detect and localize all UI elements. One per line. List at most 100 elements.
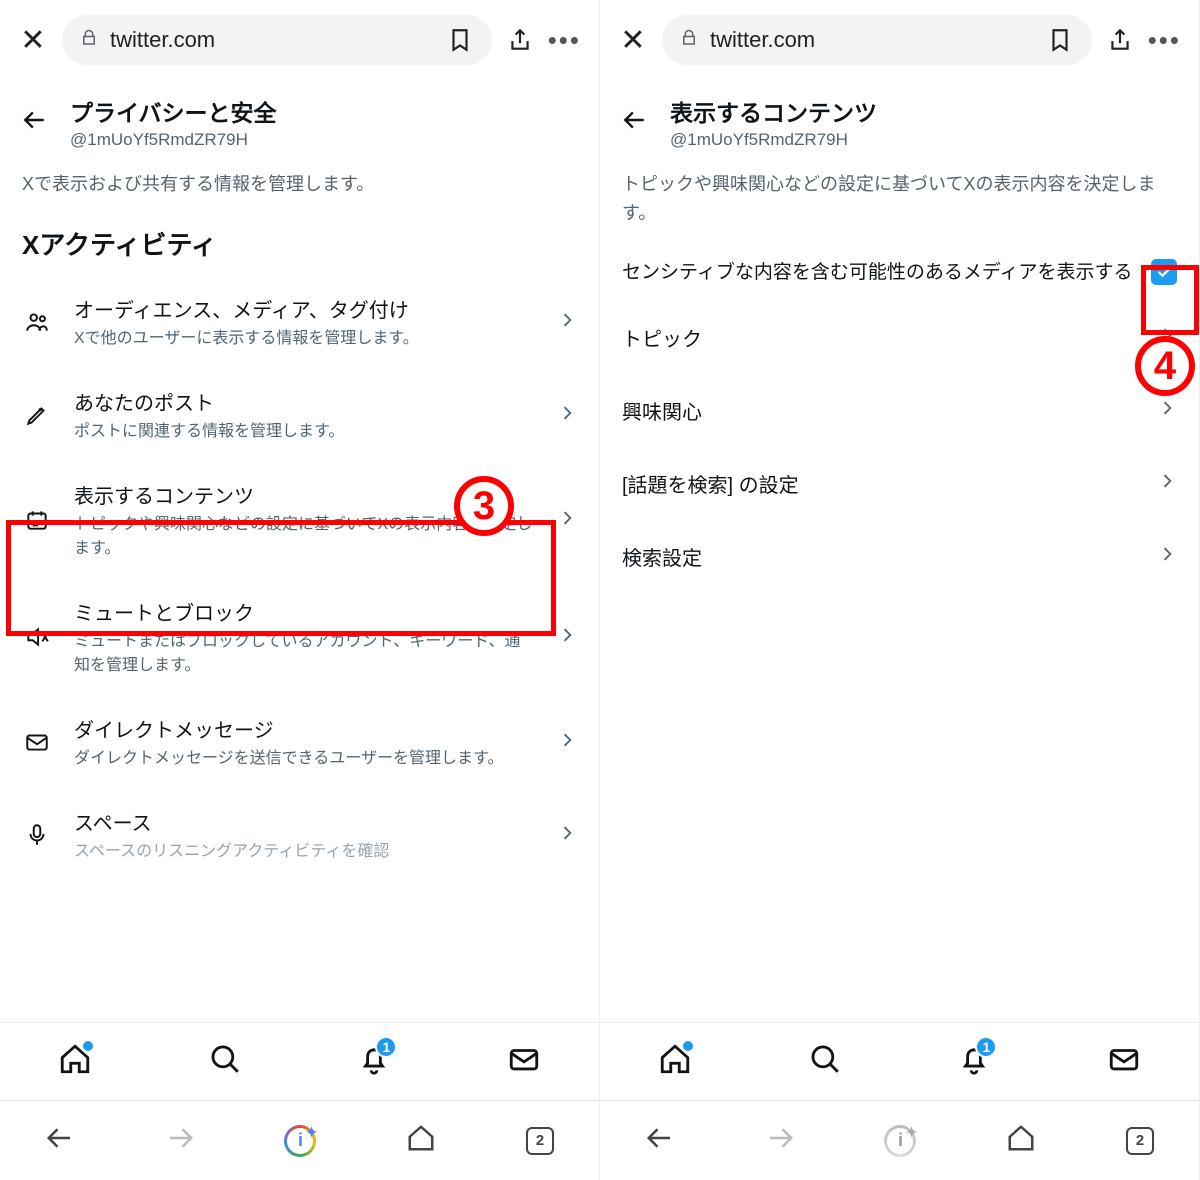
chevron-right-icon <box>557 310 577 335</box>
share-icon[interactable] <box>506 27 534 53</box>
checkbox-checked-icon[interactable] <box>1151 259 1177 285</box>
row-title: トピック <box>622 323 702 352</box>
chevron-right-icon <box>1157 471 1177 496</box>
section-title: Xアクティビティ <box>0 215 599 276</box>
lock-icon <box>80 29 98 52</box>
browser-home-icon[interactable] <box>1006 1123 1036 1158</box>
nav-messages-icon[interactable] <box>1107 1042 1141 1081</box>
browser-top-bar: ✕ twitter.com ••• <box>600 0 1199 80</box>
row-title: ダイレクトメッセージ <box>74 714 535 743</box>
row-title: オーディエンス、メディア、タグ付け <box>74 294 535 323</box>
address-bar[interactable]: twitter.com <box>662 15 1092 65</box>
left-screenshot: ✕ twitter.com ••• プライバシーと安全 @1mUoYf5RmdZ… <box>0 0 600 1180</box>
browser-tabs-icon[interactable]: 2 <box>526 1127 554 1155</box>
chevron-right-icon <box>557 730 577 755</box>
setting-row-spaces[interactable]: スペース スペースのリスニングアクティビティを確認 <box>0 789 599 870</box>
page-header: プライバシーと安全 @1mUoYf5RmdZR79H <box>0 80 599 160</box>
chevron-right-icon <box>1157 544 1177 569</box>
setting-row-dm[interactable]: ダイレクトメッセージ ダイレクトメッセージを送信できるユーザーを管理します。 <box>0 696 599 789</box>
page-description: トピックや興味関心などの設定に基づいてXの表示内容を決定します。 <box>600 160 1199 244</box>
more-icon[interactable]: ••• <box>548 25 581 56</box>
close-icon[interactable]: ✕ <box>618 23 648 58</box>
row-sub: ダイレクトメッセージを送信できるユーザーを管理します。 <box>74 747 535 771</box>
bookmark-icon[interactable] <box>1046 27 1074 53</box>
pencil-icon <box>22 402 52 428</box>
browser-bottom-bar: i✦ 2 <box>600 1100 1199 1180</box>
close-icon[interactable]: ✕ <box>18 23 48 58</box>
browser-ai-icon[interactable]: i✦ <box>284 1125 316 1157</box>
browser-forward-icon[interactable] <box>765 1123 795 1158</box>
browser-home-icon[interactable] <box>406 1123 436 1158</box>
right-screenshot: ✕ twitter.com ••• 表示するコンテンツ @1mUoYf5RmdZ… <box>600 0 1200 1180</box>
address-bar[interactable]: twitter.com <box>62 15 492 65</box>
notification-badge: 1 <box>375 1036 397 1058</box>
browser-bottom-bar: i✦ 2 <box>0 1100 599 1180</box>
row-title: 表示するコンテンツ <box>74 480 535 509</box>
row-sub: ミュートまたはブロックしているアカウント、キーワード、通知を管理します。 <box>74 630 535 678</box>
setting-row-interests[interactable]: 興味関心 <box>600 374 1199 447</box>
setting-row-mute[interactable]: ミュートとブロック ミュートまたはブロックしているアカウント、キーワード、通知を… <box>0 579 599 696</box>
more-icon[interactable]: ••• <box>1148 25 1181 56</box>
content-icon <box>22 507 52 533</box>
envelope-icon <box>22 729 52 755</box>
browser-tabs-icon[interactable]: 2 <box>1126 1127 1154 1155</box>
back-arrow-icon[interactable] <box>22 107 48 138</box>
setting-row-audience[interactable]: オーディエンス、メディア、タグ付け Xで他のユーザーに表示する情報を管理します。 <box>0 276 599 369</box>
nav-search-icon[interactable] <box>208 1042 242 1081</box>
nav-messages-icon[interactable] <box>507 1042 541 1081</box>
row-sub: スペースのリスニングアクティビティを確認 <box>74 840 535 864</box>
lock-icon <box>680 29 698 52</box>
row-sub: トピックや興味関心などの設定に基づいてXの表示内容を決定します。 <box>74 513 535 561</box>
twitter-bottom-nav: 1 <box>0 1022 599 1100</box>
browser-back-icon[interactable] <box>45 1123 75 1158</box>
page-title: プライバシーと安全 <box>70 94 277 128</box>
page-handle: @1mUoYf5RmdZR79H <box>670 130 877 150</box>
row-sub: ポストに関連する情報を管理します。 <box>74 420 535 444</box>
setting-row-sensitive-media[interactable]: センシティブな内容を含む可能性のあるメディアを表示する <box>600 244 1199 301</box>
chevron-right-icon <box>557 823 577 848</box>
page-description: Xで表示および共有する情報を管理します。 <box>0 160 599 215</box>
settings-list: オーディエンス、メディア、タグ付け Xで他のユーザーに表示する情報を管理します。… <box>0 276 599 1022</box>
row-title: センシティブな内容を含む可能性のあるメディアを表示する <box>622 258 1139 287</box>
page-title: 表示するコンテンツ <box>670 94 877 128</box>
nav-home-icon[interactable] <box>58 1042 92 1081</box>
chevron-right-icon <box>557 625 577 650</box>
scroll-fade <box>0 982 599 1022</box>
browser-ai-icon[interactable]: i✦ <box>884 1125 916 1157</box>
nav-search-icon[interactable] <box>808 1042 842 1081</box>
chevron-right-icon <box>1157 398 1177 423</box>
bookmark-icon[interactable] <box>446 27 474 53</box>
row-title: スペース <box>74 807 535 836</box>
people-icon <box>22 309 52 335</box>
nav-notifications-icon[interactable]: 1 <box>357 1042 391 1081</box>
setting-row-explore-settings[interactable]: [話題を検索] の設定 <box>600 447 1199 520</box>
nav-notifications-icon[interactable]: 1 <box>957 1042 991 1081</box>
url-text: twitter.com <box>110 27 434 53</box>
setting-row-posts[interactable]: あなたのポスト ポストに関連する情報を管理します。 <box>0 369 599 462</box>
browser-forward-icon[interactable] <box>165 1123 195 1158</box>
chevron-right-icon <box>557 403 577 428</box>
row-title: [話題を検索] の設定 <box>622 469 799 498</box>
chevron-right-icon <box>557 508 577 533</box>
settings-list: センシティブな内容を含む可能性のあるメディアを表示する トピック 興味関心 [話… <box>600 244 1199 1022</box>
setting-row-search-settings[interactable]: 検索設定 <box>600 520 1199 593</box>
url-text: twitter.com <box>710 27 1034 53</box>
setting-row-topics[interactable]: トピック <box>600 301 1199 374</box>
back-arrow-icon[interactable] <box>622 107 648 138</box>
setting-row-content[interactable]: 表示するコンテンツ トピックや興味関心などの設定に基づいてXの表示内容を決定しま… <box>0 462 599 579</box>
mute-icon <box>22 624 52 650</box>
browser-top-bar: ✕ twitter.com ••• <box>0 0 599 80</box>
row-title: ミュートとブロック <box>74 597 535 626</box>
row-title: 興味関心 <box>622 396 702 425</box>
share-icon[interactable] <box>1106 27 1134 53</box>
row-title: 検索設定 <box>622 542 702 571</box>
browser-back-icon[interactable] <box>645 1123 675 1158</box>
unread-dot <box>683 1041 693 1051</box>
nav-home-icon[interactable] <box>658 1042 692 1081</box>
unread-dot <box>83 1041 93 1051</box>
microphone-icon <box>22 822 52 848</box>
row-title: あなたのポスト <box>74 387 535 416</box>
page-header: 表示するコンテンツ @1mUoYf5RmdZR79H <box>600 80 1199 160</box>
row-sub: Xで他のユーザーに表示する情報を管理します。 <box>74 327 535 351</box>
chevron-right-icon <box>1157 325 1177 350</box>
